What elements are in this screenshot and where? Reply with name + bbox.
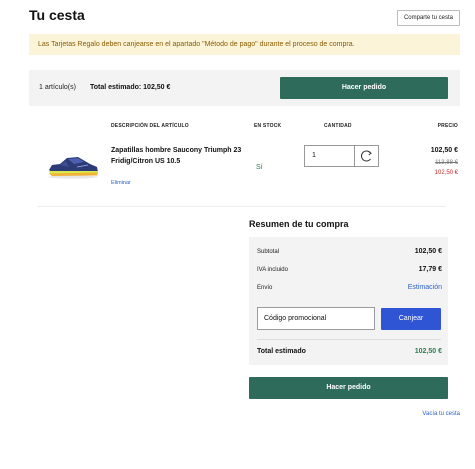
vat-label: IVA incluido xyxy=(257,267,288,273)
order-summary-box: Subtotal 102,50 € IVA incluido 17,79 € E… xyxy=(249,237,448,365)
place-order-button[interactable]: Hacer pedido xyxy=(249,377,448,399)
column-header-price: PRECIO xyxy=(437,123,458,129)
subtotal-label: Subtotal xyxy=(257,249,280,255)
page-title: Tu cesta xyxy=(29,7,85,23)
stock-status: Sí xyxy=(256,164,263,171)
item-old-price: 113,88 € xyxy=(435,160,458,166)
remove-item-link[interactable]: Eliminar xyxy=(111,180,131,186)
promo-code-input[interactable]: Código promocional xyxy=(257,307,375,330)
column-header-quantity: CANTIDAD xyxy=(324,123,352,129)
shipping-estimate-link[interactable]: Estimación xyxy=(408,284,442,291)
order-summary-title: Resumen de tu compra xyxy=(249,219,349,229)
estimated-total-label: Total estimado xyxy=(257,348,306,355)
column-header-description: DESCRIPCIÓN DEL ARTÍCULO xyxy=(111,123,189,129)
item-price: 102,50 € xyxy=(430,147,458,154)
item-sale-price: 102,50 € xyxy=(434,170,458,176)
empty-cart-link[interactable]: Vacía tu cesta xyxy=(422,411,460,417)
cart-summary-bar: 1 artículo(s) Total estimado: 102,50 € H… xyxy=(29,70,460,106)
subtotal-value: 102,50 € xyxy=(414,248,442,255)
place-order-button-top[interactable]: Hacer pedido xyxy=(280,77,448,99)
shipping-label: Envío xyxy=(257,285,273,291)
gift-card-notice: Las Tarjetas Regalo deben canjearse en e… xyxy=(29,34,460,55)
summary-divider xyxy=(257,339,441,340)
vat-value: 17,79 € xyxy=(418,266,442,273)
item-count: 1 artículo(s) xyxy=(39,84,76,91)
estimated-total-value: 102,50 € xyxy=(414,348,442,355)
estimated-total: Total estimado: 102,50 € xyxy=(90,84,171,91)
quantity-field[interactable]: 1 xyxy=(304,145,379,167)
refresh-icon[interactable] xyxy=(354,146,378,166)
column-header-stock: EN STOCK xyxy=(254,123,282,129)
product-name[interactable]: Zapatillas hombre Saucony Triumph 23 Fri… xyxy=(111,145,251,167)
product-image[interactable] xyxy=(44,151,100,179)
share-cart-button[interactable]: Comparte tu cesta xyxy=(396,10,460,26)
quantity-value[interactable]: 1 xyxy=(312,152,316,159)
redeem-button[interactable]: Canjear xyxy=(381,308,441,330)
divider xyxy=(37,206,446,207)
